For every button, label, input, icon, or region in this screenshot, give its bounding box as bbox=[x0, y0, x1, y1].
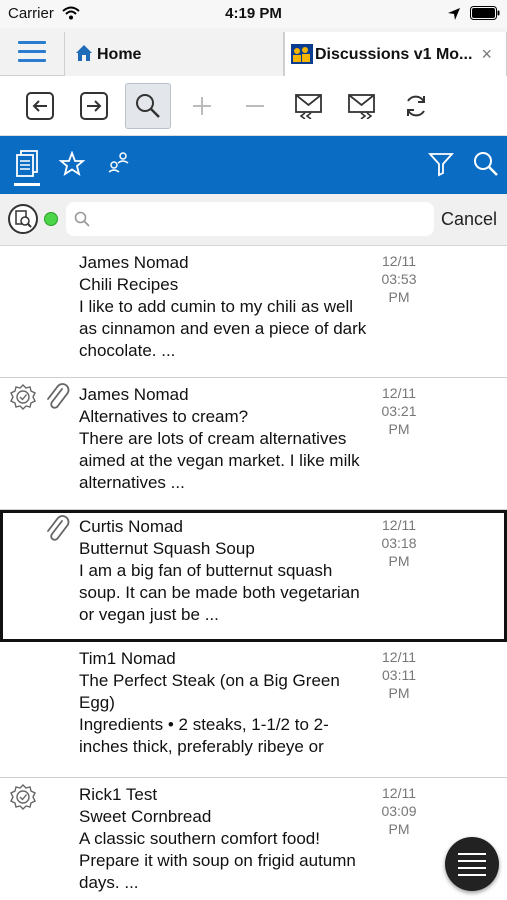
blue-bar-search-button[interactable] bbox=[470, 148, 502, 180]
author: Rick1 Test bbox=[79, 785, 158, 804]
list-item[interactable]: James Nomad Alternatives to cream? There… bbox=[0, 378, 507, 510]
ampm: PM bbox=[388, 289, 410, 305]
collapse-button[interactable] bbox=[233, 84, 277, 128]
subject: Alternatives to cream? bbox=[79, 407, 249, 426]
list-item-text: Curtis Nomad Butternut Squash Soup I am … bbox=[79, 516, 374, 626]
next-unread-button[interactable] bbox=[340, 84, 384, 128]
timestamp: 12/11 03:11 PM bbox=[376, 648, 422, 702]
discussions-db-icon bbox=[291, 44, 313, 64]
star-icon bbox=[59, 151, 85, 176]
list-item-text: James Nomad Chili Recipes I like to add … bbox=[79, 252, 374, 362]
snippet: There are lots of cream alternatives aim… bbox=[79, 429, 360, 492]
time: 03:53 bbox=[381, 271, 417, 287]
paperclip-icon bbox=[47, 383, 70, 409]
ampm: PM bbox=[388, 685, 410, 701]
close-tab-icon[interactable]: × bbox=[481, 44, 492, 65]
tab-home[interactable]: Home bbox=[64, 32, 284, 76]
timestamp: 12/11 03:53 PM bbox=[376, 252, 422, 306]
arrow-right-icon bbox=[80, 92, 108, 120]
timestamp: 12/11 03:18 PM bbox=[376, 516, 422, 570]
subject: Chili Recipes bbox=[79, 275, 179, 294]
tab-discussions[interactable]: Discussions v1 Mo... × bbox=[284, 32, 507, 77]
snippet: I am a big fan of butternut squash soup.… bbox=[79, 561, 360, 624]
list-item-text: James Nomad Alternatives to cream? There… bbox=[79, 384, 374, 494]
subject: Butternut Squash Soup bbox=[79, 539, 255, 558]
author: Tim1 Nomad bbox=[79, 649, 176, 668]
ampm: PM bbox=[388, 553, 410, 569]
previous-unread-button[interactable] bbox=[286, 84, 330, 128]
floating-menu-button[interactable] bbox=[445, 837, 499, 891]
people-icon bbox=[108, 152, 129, 173]
search-field-icon bbox=[74, 211, 90, 227]
expand-button[interactable] bbox=[180, 84, 224, 128]
paperclip-icon bbox=[47, 515, 70, 541]
date: 12/11 bbox=[382, 253, 416, 269]
all-documents-button[interactable] bbox=[11, 148, 43, 180]
snippet: A classic southern comfort food! Prepare… bbox=[79, 829, 356, 892]
search-mode-button[interactable] bbox=[8, 204, 38, 234]
minus-icon bbox=[246, 105, 264, 107]
refresh-icon bbox=[407, 95, 425, 117]
timestamp: 12/11 03:09 PM bbox=[376, 784, 422, 838]
list-item[interactable]: Rick1 Test Sweet Cornbread A classic sou… bbox=[0, 778, 507, 900]
toolbar bbox=[0, 76, 507, 136]
snippet: I like to add cumin to my chili as well … bbox=[79, 297, 367, 360]
time: 03:18 bbox=[381, 535, 417, 551]
arrow-left-icon bbox=[26, 92, 54, 120]
hamburger-menu-icon[interactable] bbox=[18, 41, 46, 63]
list-item-selected[interactable]: Curtis Nomad Butternut Squash Soup I am … bbox=[0, 510, 507, 642]
author: Curtis Nomad bbox=[79, 517, 183, 536]
search-bar: Cancel bbox=[0, 194, 507, 246]
view-action-bar bbox=[0, 136, 507, 194]
clock: 4:19 PM bbox=[225, 5, 282, 22]
list-item-text: Rick1 Test Sweet Cornbread A classic sou… bbox=[79, 784, 374, 894]
time: 03:09 bbox=[381, 803, 417, 819]
tab-discussions-label: Discussions v1 Mo... bbox=[315, 46, 473, 63]
search-toggle-button[interactable] bbox=[125, 83, 171, 129]
list-item-text: Tim1 Nomad The Perfect Steak (on a Big G… bbox=[79, 648, 374, 758]
home-icon bbox=[76, 45, 92, 61]
refresh-button[interactable] bbox=[394, 84, 438, 128]
ampm: PM bbox=[388, 821, 410, 837]
list-item[interactable]: Tim1 Nomad The Perfect Steak (on a Big G… bbox=[0, 642, 507, 778]
cancel-button[interactable]: Cancel bbox=[441, 209, 497, 230]
author: James Nomad bbox=[79, 385, 189, 404]
documents-icon bbox=[16, 150, 38, 177]
back-button[interactable] bbox=[18, 84, 62, 128]
mail-next-icon bbox=[348, 94, 375, 119]
battery-icon bbox=[470, 6, 500, 20]
plus-icon bbox=[193, 97, 211, 115]
location-arrow-icon bbox=[448, 8, 460, 20]
snippet: Ingredients • 2 steaks, 1-1/2 to 2-inche… bbox=[79, 715, 329, 756]
search-icon bbox=[474, 152, 498, 176]
by-author-button[interactable] bbox=[102, 148, 134, 180]
date: 12/11 bbox=[382, 517, 416, 533]
search-icon bbox=[136, 94, 160, 118]
status-dot bbox=[44, 212, 58, 226]
mail-previous-icon bbox=[295, 94, 322, 119]
search-input[interactable] bbox=[66, 202, 434, 236]
active-view-indicator bbox=[14, 183, 40, 186]
tab-home-label: Home bbox=[97, 46, 142, 63]
ampm: PM bbox=[388, 421, 410, 437]
document-search-icon bbox=[15, 210, 32, 228]
tab-bar: Home Discussions v1 Mo... × bbox=[0, 28, 507, 77]
filter-icon bbox=[428, 153, 454, 177]
forward-button[interactable] bbox=[72, 84, 116, 128]
status-bar: Carrier 4:19 PM bbox=[0, 0, 507, 28]
favorites-button[interactable] bbox=[56, 148, 88, 180]
certified-badge-icon bbox=[10, 384, 36, 410]
filter-button[interactable] bbox=[425, 148, 457, 180]
date: 12/11 bbox=[382, 785, 416, 801]
list-item[interactable]: James Nomad Chili Recipes I like to add … bbox=[0, 246, 507, 378]
author: James Nomad bbox=[79, 253, 189, 272]
subject: The Perfect Steak (on a Big Green Egg) bbox=[79, 671, 340, 712]
date: 12/11 bbox=[382, 649, 416, 665]
subject: Sweet Cornbread bbox=[79, 807, 212, 826]
certified-badge-icon bbox=[10, 784, 36, 810]
time: 03:11 bbox=[382, 667, 416, 683]
time: 03:21 bbox=[381, 403, 417, 419]
date: 12/11 bbox=[382, 385, 416, 401]
timestamp: 12/11 03:21 PM bbox=[376, 384, 422, 438]
